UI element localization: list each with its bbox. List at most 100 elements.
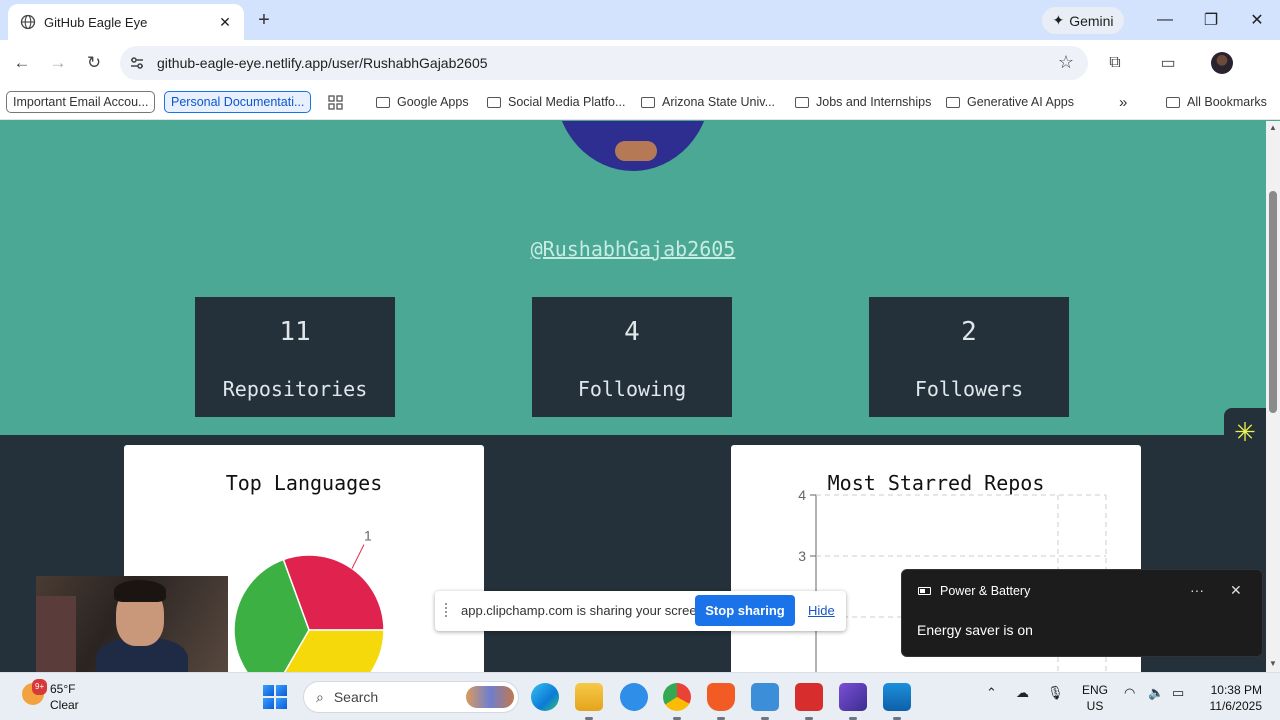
cast-search-icon[interactable]: ▭ xyxy=(1157,52,1179,74)
file-explorer-icon[interactable] xyxy=(575,683,603,720)
edge-icon[interactable] xyxy=(531,683,559,711)
notification-title: Power & Battery xyxy=(940,584,1031,598)
asterisk-extension-icon[interactable]: ✳ xyxy=(1224,408,1266,456)
language-indicator[interactable]: ENG US xyxy=(1082,682,1108,714)
globe-icon xyxy=(20,14,36,30)
notepad-icon[interactable] xyxy=(751,683,779,720)
bookmark-label: Personal Documentati... xyxy=(171,95,305,109)
languages-pie-chart: 1 xyxy=(233,528,385,672)
bookmark-important-email[interactable]: Important Email Accou... xyxy=(6,91,156,113)
brave-icon[interactable] xyxy=(707,683,735,720)
forward-icon[interactable]: → xyxy=(45,50,71,76)
bookmark-label: Generative AI Apps xyxy=(967,95,1075,109)
scroll-up-icon[interactable]: ▲ xyxy=(1269,123,1277,132)
user-handle-link[interactable]: @RushabhGajab2605 xyxy=(0,237,1266,261)
folder-icon xyxy=(1166,96,1180,108)
folder-icon xyxy=(641,96,655,108)
acrobat-icon[interactable] xyxy=(795,683,823,720)
apps-grid-icon[interactable] xyxy=(328,91,343,113)
webcam-preview xyxy=(36,576,228,684)
wifi-icon[interactable]: ◠ xyxy=(1124,685,1135,701)
bookmark-star-icon[interactable]: ☆ xyxy=(1058,52,1074,73)
bookmark-folder-jobs[interactable]: Jobs and Internships xyxy=(795,91,931,113)
remote-desktop-icon[interactable] xyxy=(883,683,911,720)
stat-value: 11 xyxy=(279,317,311,347)
battery-icon xyxy=(918,587,931,595)
stat-card-followers: 2 Followers xyxy=(869,297,1069,417)
bookmark-label: Social Media Platfo... xyxy=(508,95,626,109)
minimize-window-icon[interactable]: — xyxy=(1150,8,1180,32)
bookmark-label: Important Email Accou... xyxy=(13,95,149,109)
bookmark-folder-asu[interactable]: Arizona State Univ... xyxy=(641,91,775,113)
user-avatar xyxy=(555,121,711,171)
taskbar-search[interactable]: ⌕ Search xyxy=(303,681,519,713)
page-scrollbar[interactable]: ▲ ▼ xyxy=(1266,121,1280,672)
all-bookmarks-folder[interactable]: All Bookmarks xyxy=(1166,91,1267,113)
folder-icon xyxy=(376,96,390,108)
battery-tray-icon[interactable]: ▭ xyxy=(1172,685,1184,701)
clock-date: 11/6/2025 xyxy=(1209,699,1263,713)
bookmark-folder-genai[interactable]: Generative AI Apps xyxy=(946,91,1074,113)
browser-tab[interactable]: GitHub Eagle Eye ✕ xyxy=(8,4,244,40)
close-window-icon[interactable]: ✕ xyxy=(1242,8,1272,32)
share-message: app.clipchamp.com is sharing your screen… xyxy=(461,603,708,618)
more-options-icon[interactable]: ··· xyxy=(1190,582,1204,598)
sparkle-icon: ✦ xyxy=(1052,12,1065,28)
weather-desc: Clear xyxy=(50,698,79,712)
mic-icon[interactable]: 🎙 xyxy=(1047,685,1064,701)
folder-icon xyxy=(946,96,960,108)
language-code: ENG xyxy=(1082,683,1109,697)
chrome-icon[interactable] xyxy=(663,683,691,720)
more-bookmarks-icon[interactable]: » xyxy=(1119,91,1127,113)
scroll-down-icon[interactable]: ▼ xyxy=(1269,659,1277,668)
system-clock[interactable]: 10:38 PM 11/6/2025 xyxy=(1200,682,1263,714)
bookmark-label: Google Apps xyxy=(397,95,469,109)
close-tab-icon[interactable]: ✕ xyxy=(216,13,234,31)
bookmark-folder-social-media[interactable]: Social Media Platfo... xyxy=(487,91,625,113)
search-placeholder: Search xyxy=(333,689,379,705)
restore-window-icon[interactable]: ❐ xyxy=(1196,8,1226,32)
back-icon[interactable]: ← xyxy=(9,50,35,76)
gemini-button[interactable]: ✦ Gemini xyxy=(1042,7,1124,34)
bookmark-folder-google-apps[interactable]: Google Apps xyxy=(376,91,469,113)
search-highlight-image xyxy=(466,686,514,708)
stat-card-repositories: 11 Repositories xyxy=(195,297,395,417)
bookmark-label: All Bookmarks xyxy=(1187,95,1267,109)
hide-share-bar-link[interactable]: Hide xyxy=(808,603,835,618)
region-code: US xyxy=(1086,699,1104,713)
notification-body: Energy saver is on xyxy=(917,622,1033,638)
clipchamp-icon[interactable] xyxy=(839,683,867,720)
weather-widget[interactable]: 9+ 65°F Clear xyxy=(22,679,79,713)
site-info-icon[interactable] xyxy=(128,54,146,72)
search-icon: ⌕ xyxy=(316,688,324,705)
onedrive-icon[interactable]: ☁ xyxy=(1016,685,1029,701)
pie-label-line xyxy=(351,544,365,569)
scroll-thumb[interactable] xyxy=(1269,191,1277,413)
close-notification-icon[interactable]: ✕ xyxy=(1230,582,1242,599)
tab-title: GitHub Eagle Eye xyxy=(44,14,148,30)
profile-avatar[interactable] xyxy=(1211,52,1233,74)
new-tab-button[interactable]: + xyxy=(252,9,276,33)
reload-icon[interactable]: ↻ xyxy=(81,50,107,76)
screen-share-bar: app.clipchamp.com is sharing your screen… xyxy=(435,591,846,631)
volume-icon[interactable]: 🔈 xyxy=(1148,685,1164,701)
browser-tab-bar: GitHub Eagle Eye ✕ + ✦ Gemini — ❐ ✕ xyxy=(0,0,1280,40)
bookmark-label: Arizona State Univ... xyxy=(662,95,776,109)
stat-label: Repositories xyxy=(222,377,368,401)
folder-icon xyxy=(795,96,809,108)
stop-sharing-button[interactable]: Stop sharing xyxy=(695,595,795,626)
bookmark-personal-docs[interactable]: Personal Documentati... xyxy=(164,91,312,113)
bookmarks-bar: Important Email Accou... Personal Docume… xyxy=(0,86,1280,120)
drag-handle-icon[interactable] xyxy=(445,603,451,617)
weather-badge: 9+ xyxy=(32,679,48,695)
clock-time: 10:38 PM xyxy=(1210,683,1262,697)
address-bar[interactable]: github-eagle-eye.netlify.app/user/Rushab… xyxy=(120,46,1088,80)
windows-start-icon[interactable] xyxy=(263,685,287,709)
folder-icon xyxy=(487,96,501,108)
windows-taskbar: 9+ 65°F Clear ⌕ Search ⌃ ☁ 🎙 ENG US ◠ 🔈 … xyxy=(0,672,1280,720)
extensions-icon[interactable]: ⧉ xyxy=(1104,52,1126,74)
show-hidden-icons-icon[interactable]: ⌃ xyxy=(986,685,997,701)
stat-label: Following xyxy=(577,377,687,401)
card-title: Most Starred Repos xyxy=(827,471,1045,495)
quick-assist-icon[interactable] xyxy=(620,683,648,711)
